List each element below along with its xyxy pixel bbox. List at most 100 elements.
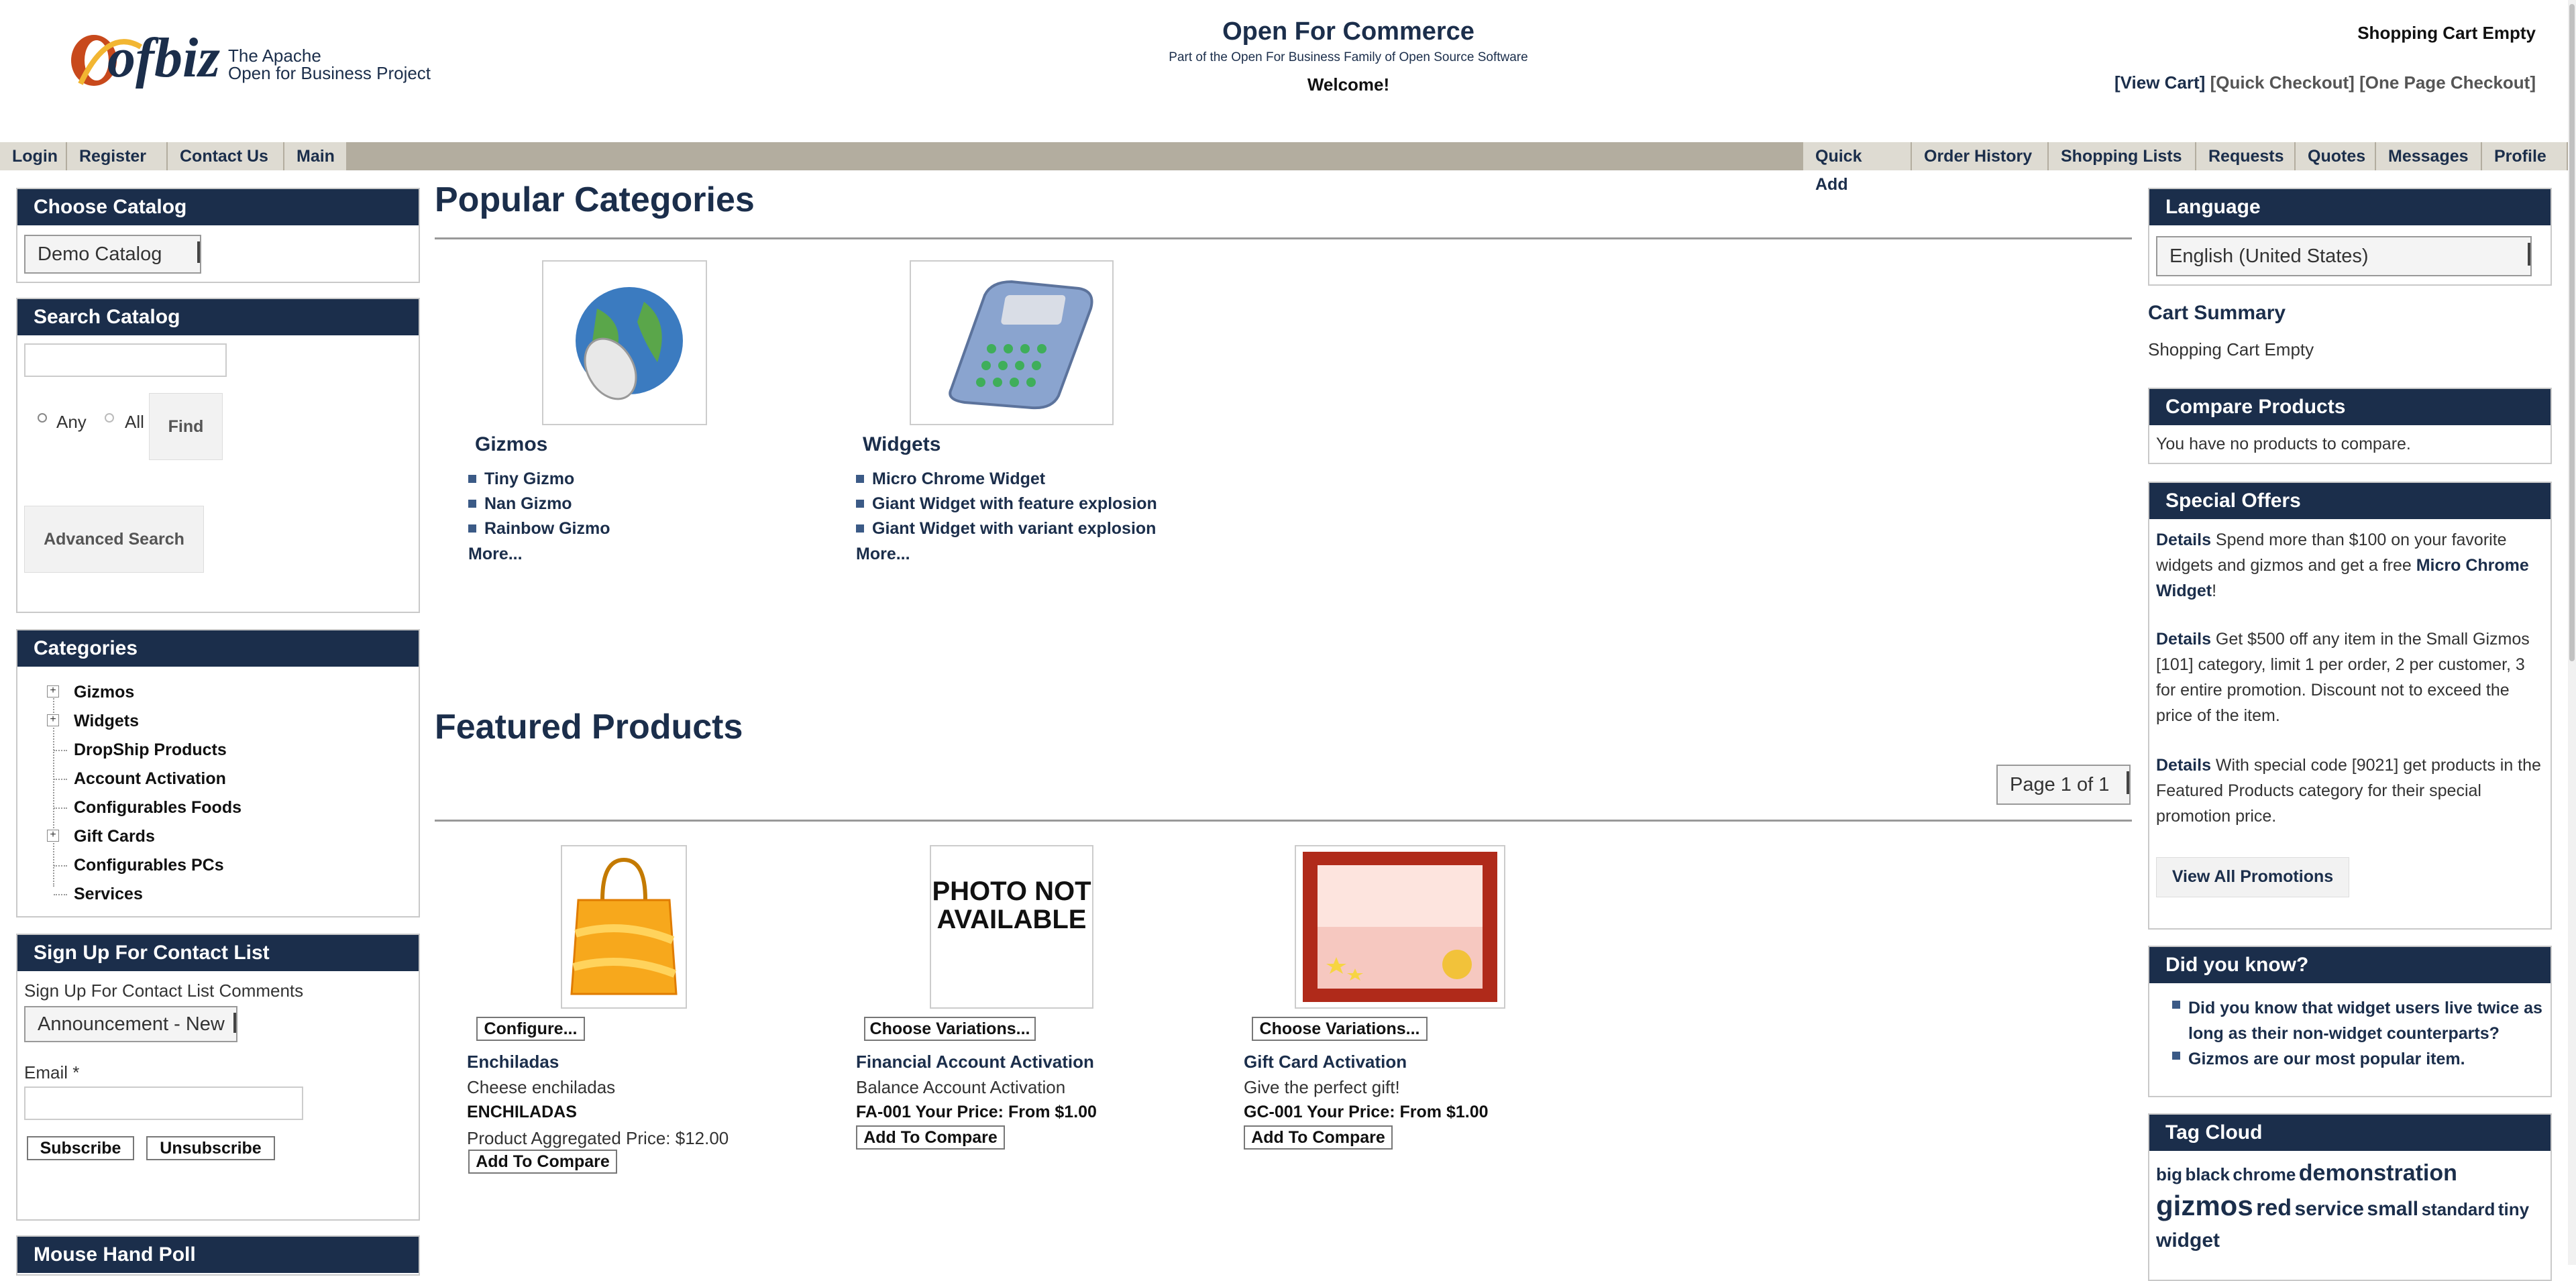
category-widgets[interactable]: Widgets xyxy=(74,712,139,731)
nav-main[interactable]: Main xyxy=(284,142,347,170)
tag-cloud-title: Tag Cloud xyxy=(2149,1115,2551,1151)
tag-service[interactable]: service xyxy=(2295,1198,2364,1220)
one-page-checkout-link[interactable]: [One Page Checkout] xyxy=(2359,72,2536,93)
category-services[interactable]: Services xyxy=(74,885,143,904)
category-gizmos[interactable]: Gizmos xyxy=(74,683,134,702)
offer-3-details-link[interactable]: Details xyxy=(2156,756,2211,775)
tag-chrome[interactable]: chrome xyxy=(2233,1164,2296,1184)
tag-big[interactable]: big xyxy=(2156,1164,2182,1184)
did-you-know-item-2[interactable]: Gizmos are our most popular item. xyxy=(2172,1046,2551,1072)
offer-3: Details With special code [9021] get pro… xyxy=(2156,753,2545,829)
product-desc-gift-card: Give the perfect gift! xyxy=(1244,1077,1400,1097)
product-name-gift-card[interactable]: Gift Card Activation xyxy=(1244,1052,1407,1072)
product-price-enchiladas: Product Aggregated Price: $12.00 xyxy=(467,1128,729,1148)
product-price-gift-card: GC-001 Your Price: From $1.00 xyxy=(1244,1103,1489,1121)
search-input[interactable] xyxy=(24,343,227,377)
category-dropship-products[interactable]: DropShip Products xyxy=(74,740,227,760)
tag-standard[interactable]: standard xyxy=(2422,1199,2496,1219)
tag-gizmos[interactable]: gizmos xyxy=(2156,1190,2253,1221)
any-radio[interactable] xyxy=(38,413,47,423)
widgets-category-image[interactable] xyxy=(910,260,1114,425)
product-name-financial[interactable]: Financial Account Activation xyxy=(856,1052,1094,1072)
gizmos-more-link[interactable]: More... xyxy=(468,545,523,564)
financial-account-image[interactable]: PHOTO NOT AVAILABLE xyxy=(930,845,1093,1009)
nav-shopping-lists[interactable]: Shopping Lists xyxy=(2049,142,2196,170)
configure-button[interactable]: Configure... xyxy=(476,1017,585,1041)
nav-requests[interactable]: Requests xyxy=(2196,142,2296,170)
site-header: Open For Commerce Part of the Open For B… xyxy=(1006,17,1690,95)
product-code-enchiladas: ENCHILADAS xyxy=(467,1103,577,1121)
did-you-know-item-1[interactable]: Did you know that widget users live twic… xyxy=(2172,995,2551,1046)
tag-small[interactable]: small xyxy=(2367,1198,2418,1220)
gizmos-item-1[interactable]: Tiny Gizmo xyxy=(468,469,574,489)
nav-messages[interactable]: Messages xyxy=(2376,142,2482,170)
add-to-compare-enchiladas[interactable]: Add To Compare xyxy=(468,1150,617,1174)
add-to-compare-financial[interactable]: Add To Compare xyxy=(856,1125,1005,1150)
category-account-activation[interactable]: Account Activation xyxy=(74,769,226,789)
advanced-search-button[interactable]: Advanced Search xyxy=(24,506,204,573)
catalog-select[interactable]: Demo Catalog xyxy=(24,235,201,274)
expand-widgets-icon[interactable]: + xyxy=(47,714,59,726)
view-all-promotions-button[interactable]: View All Promotions xyxy=(2156,857,2349,897)
page-scrollbar-thumb[interactable] xyxy=(2569,4,2575,661)
ofbiz-logo[interactable]: ofbiz The Apache Open for Business Proje… xyxy=(67,20,443,94)
widgets-item-3[interactable]: Giant Widget with variant explosion xyxy=(856,519,1156,539)
offer-2-details-link[interactable]: Details xyxy=(2156,630,2211,649)
choose-variations-button-2[interactable]: Choose Variations... xyxy=(1252,1017,1428,1041)
categories-title: Categories xyxy=(17,630,419,667)
nav-profile[interactable]: Profile xyxy=(2482,142,2568,170)
choose-variations-button-1[interactable]: Choose Variations... xyxy=(864,1017,1036,1041)
tag-widget[interactable]: widget xyxy=(2156,1229,2220,1251)
signup-list-select[interactable]: Announcement - New xyxy=(24,1006,237,1042)
widgets-more-link[interactable]: More... xyxy=(856,545,910,564)
nav-order-history[interactable]: Order History xyxy=(1912,142,2049,170)
gizmos-item-2[interactable]: Nan Gizmo xyxy=(468,494,572,514)
product-desc-financial: Balance Account Activation xyxy=(856,1077,1066,1097)
poll-title: Mouse Hand Poll xyxy=(17,1237,419,1273)
tag-red[interactable]: red xyxy=(2256,1195,2292,1221)
nav-quotes[interactable]: Quotes xyxy=(2296,142,2376,170)
gizmos-item-3[interactable]: Rainbow Gizmo xyxy=(468,519,610,539)
page-select[interactable]: Page 1 of 1 xyxy=(1996,765,2131,805)
expand-gizmos-icon[interactable]: + xyxy=(47,685,59,698)
quick-checkout-link[interactable]: [Quick Checkout] xyxy=(2210,72,2355,93)
language-title: Language xyxy=(2149,189,2551,225)
tag-black[interactable]: black xyxy=(2185,1164,2230,1184)
nav-register[interactable]: Register xyxy=(67,142,168,170)
subscribe-button[interactable]: Subscribe xyxy=(27,1136,134,1160)
widgets-item-1[interactable]: Micro Chrome Widget xyxy=(856,469,1045,489)
tag-demonstration[interactable]: demonstration xyxy=(2299,1160,2457,1186)
offer-1-details-link[interactable]: Details xyxy=(2156,531,2211,549)
find-button[interactable]: Find xyxy=(149,393,223,460)
category-configurables-foods[interactable]: Configurables Foods xyxy=(74,798,241,818)
expand-gift-cards-icon[interactable]: + xyxy=(47,830,59,842)
nav-login[interactable]: Login xyxy=(0,142,67,170)
logo-sub2: Open for Business Project xyxy=(228,63,431,83)
enchiladas-image[interactable] xyxy=(561,845,687,1009)
nav-contact-us[interactable]: Contact Us xyxy=(168,142,284,170)
add-to-compare-gift-card[interactable]: Add To Compare xyxy=(1244,1125,1393,1150)
featured-products-title: Featured Products xyxy=(435,708,743,746)
logo-wordmark: ofbiz xyxy=(107,27,220,89)
category-configurables-pcs[interactable]: Configurables PCs xyxy=(74,856,224,875)
gizmos-category-image[interactable] xyxy=(542,260,707,425)
site-subtitle: Part of the Open For Business Family of … xyxy=(1169,50,1528,64)
any-label: Any xyxy=(56,412,87,432)
gift-card-image[interactable] xyxy=(1295,845,1505,1009)
email-field[interactable] xyxy=(24,1087,303,1120)
language-select[interactable]: English (United States) xyxy=(2156,236,2532,276)
all-radio[interactable] xyxy=(105,413,114,423)
gizmos-category-title[interactable]: Gizmos xyxy=(475,433,547,456)
widgets-category-title[interactable]: Widgets xyxy=(863,433,941,456)
category-gift-cards[interactable]: Gift Cards xyxy=(74,827,155,846)
nav-quick-add[interactable]: Quick Add xyxy=(1803,142,1912,194)
tag-tiny[interactable]: tiny xyxy=(2498,1199,2529,1219)
signup-comments-label: Sign Up For Contact List Comments xyxy=(24,981,304,1001)
product-name-enchiladas[interactable]: Enchiladas xyxy=(467,1052,559,1072)
unsubscribe-button[interactable]: Unsubscribe xyxy=(146,1136,275,1160)
search-catalog-box: Search Catalog Any All Find Advanced Sea… xyxy=(16,298,420,613)
widgets-item-2[interactable]: Giant Widget with feature explosion xyxy=(856,494,1157,514)
main-nav-bar: Login Register Contact Us Main Quick Add… xyxy=(0,142,2568,194)
view-cart-link[interactable]: [View Cart] xyxy=(2114,72,2205,93)
search-catalog-title: Search Catalog xyxy=(17,299,419,335)
